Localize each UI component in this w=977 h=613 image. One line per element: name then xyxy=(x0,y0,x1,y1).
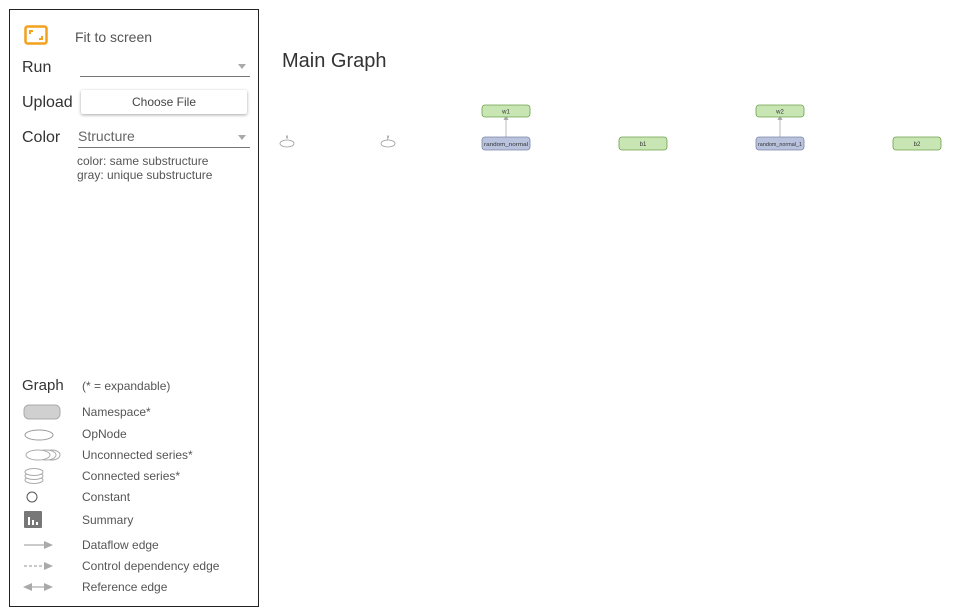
connected-series-icon xyxy=(24,468,44,484)
dataflow-edge-icon xyxy=(24,541,53,549)
graph-node-b1[interactable]: b1 xyxy=(618,136,668,151)
run-select[interactable] xyxy=(80,56,250,77)
color-description: color: same substructure gray: unique su… xyxy=(77,154,212,182)
upload-label: Upload xyxy=(22,94,73,111)
graph-title: Main Graph xyxy=(282,50,387,72)
graph-node-w1-label: w1 xyxy=(501,110,510,116)
graph-canvas[interactable]: x y w1 random_normal b1 w2 random_normal… xyxy=(262,90,977,610)
legend-item-summary: Summary xyxy=(22,511,252,529)
graph-node-b2[interactable]: b2 xyxy=(892,136,942,151)
legend-item-constant: Constant xyxy=(22,488,252,506)
graph-node-b2-label: b2 xyxy=(914,142,921,148)
chevron-down-icon xyxy=(238,135,246,140)
legend-label: Unconnected series* xyxy=(82,448,193,462)
legend-label: OpNode xyxy=(82,427,127,441)
constant-icon xyxy=(26,491,38,503)
legend-item-control-edge: Control dependency edge xyxy=(22,557,252,575)
graph-node-random-normal-1-label: random_normal_1 xyxy=(758,142,802,148)
legend-label: Connected series* xyxy=(82,469,181,483)
fit-to-screen-label: Fit to screen xyxy=(75,29,153,45)
graph-node-x-label: x xyxy=(286,135,289,141)
color-select-value: Structure xyxy=(78,128,135,144)
graph-node-random-normal-label: random_normal xyxy=(484,142,528,148)
reference-edge-icon xyxy=(23,583,53,591)
edge-random-normal-1-to-w2 xyxy=(777,115,783,137)
graph-node-x[interactable]: x xyxy=(279,135,295,148)
fit-screen-icon xyxy=(24,25,48,45)
sidebar: Fit to screen Run Upload Choose File Col… xyxy=(9,9,259,607)
graph-node-w1[interactable]: w1 xyxy=(481,104,531,118)
edge-random-normal-to-w1 xyxy=(503,115,509,137)
legend-label: Constant xyxy=(82,490,131,504)
control-edge-icon xyxy=(24,562,53,570)
legend-label: Control dependency edge xyxy=(82,559,220,573)
color-desc-unique: gray: unique substructure xyxy=(77,168,213,182)
run-label: Run xyxy=(22,59,52,76)
legend-label: Summary xyxy=(82,513,134,527)
summary-icon xyxy=(24,511,42,528)
graph-node-w2-label: w2 xyxy=(775,110,784,116)
legend-label: Dataflow edge xyxy=(82,538,159,552)
legend-title: Graph xyxy=(22,377,64,394)
legend-note: (* = expandable) xyxy=(82,379,171,393)
chevron-down-icon xyxy=(238,64,246,69)
legend-label: Namespace* xyxy=(82,405,151,419)
graph-node-y[interactable]: y xyxy=(380,135,396,148)
color-label: Color xyxy=(22,129,61,146)
legend-item-connected-series: Connected series* xyxy=(22,467,252,485)
choose-file-button[interactable]: Choose File xyxy=(81,90,247,114)
color-select[interactable]: Structure xyxy=(78,127,250,148)
legend-item-reference-edge: Reference edge xyxy=(22,578,252,596)
graph-node-random-normal[interactable]: random_normal xyxy=(481,136,531,151)
legend-label: Reference edge xyxy=(82,580,168,594)
color-desc-same: color: same substructure xyxy=(77,154,209,168)
legend-item-dataflow-edge: Dataflow edge xyxy=(22,536,252,554)
graph-node-b1-label: b1 xyxy=(640,142,647,148)
opnode-icon xyxy=(24,429,54,441)
graph-node-random-normal-1[interactable]: random_normal_1 xyxy=(755,136,805,151)
fit-to-screen-button[interactable]: Fit to screen xyxy=(24,25,254,47)
graph-node-y-label: y xyxy=(387,135,390,141)
graph-node-w2[interactable]: w2 xyxy=(755,104,805,118)
namespace-icon xyxy=(23,404,61,420)
legend-item-namespace: Namespace* xyxy=(22,403,252,421)
unconnected-series-icon xyxy=(25,449,61,461)
legend-item-unconnected-series: Unconnected series* xyxy=(22,446,252,464)
legend-item-opnode: OpNode xyxy=(22,425,252,443)
